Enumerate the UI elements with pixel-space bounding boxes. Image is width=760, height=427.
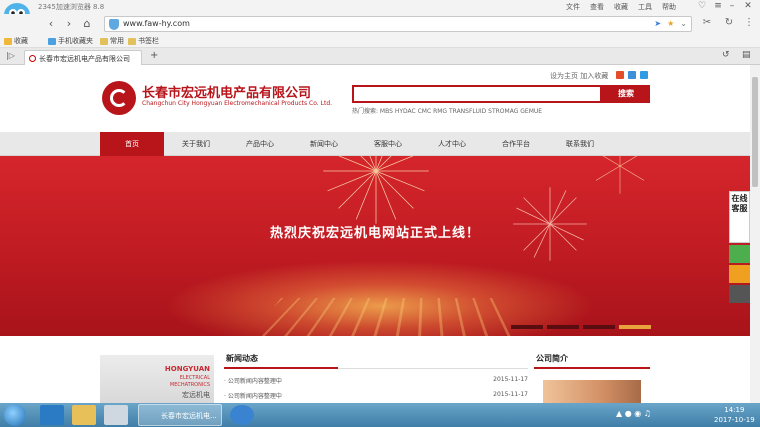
menu-home[interactable]: 首页 — [100, 132, 164, 156]
system-tray[interactable]: ▲ ● ◉ ♫ — [616, 409, 651, 418]
undo-icon[interactable]: ↺ — [722, 50, 730, 60]
share-icon[interactable] — [640, 71, 648, 79]
dropdown-icon[interactable]: ⌄ — [680, 19, 687, 28]
site-favicon-icon — [29, 55, 36, 62]
company-name: 长春市宏远机电产品有限公司 — [142, 86, 312, 101]
ie-icon[interactable] — [40, 405, 64, 425]
web-page: 长春市宏远机电产品有限公司 Changchun City Hongyuan El… — [0, 65, 750, 403]
favorite-star-icon[interactable]: ★ — [667, 19, 674, 28]
news-title-underline — [224, 367, 338, 369]
taskbar-active-window[interactable]: 长春市宏远机电... — [138, 404, 222, 426]
security-shield-icon — [109, 19, 119, 30]
menu-service[interactable]: 客服中心 — [356, 132, 420, 156]
cut-icon[interactable]: ✂ — [700, 16, 714, 30]
menu-partners[interactable]: 合作平台 — [484, 132, 548, 156]
menu-about[interactable]: 关于我们 — [164, 132, 228, 156]
page-scrollbar[interactable] — [750, 65, 760, 403]
service-icon[interactable] — [729, 285, 750, 303]
search-button[interactable]: 搜索 — [602, 85, 650, 103]
windows-taskbar: 长春市宏远机电... ▲ ● ◉ ♫ 14:19 2017-10-19 — [0, 403, 760, 427]
address-url[interactable]: www.faw-hy.com — [123, 19, 190, 28]
media-icon[interactable] — [104, 405, 128, 425]
folder-icon — [128, 37, 136, 45]
news-item[interactable]: · 公司新闻内容整理中 2015-11-17 — [224, 391, 528, 403]
phone-icon — [48, 37, 56, 45]
menu-talent[interactable]: 人才中心 — [420, 132, 484, 156]
tab-bar: |▷ 长春市宏远机电产品有限公司 + ↺ ▤ — [0, 48, 760, 65]
forward-icon[interactable]: › — [62, 17, 76, 31]
menu-help[interactable]: 帮助 — [662, 2, 676, 12]
sidebar-toggle-icon[interactable]: |▷ — [6, 51, 15, 60]
carousel-dot-active[interactable] — [619, 325, 651, 329]
carousel-dot[interactable] — [583, 325, 615, 329]
news-image[interactable]: HONGYUAN ELECTRICAL MECHATRONICS 宏远机电 — [100, 355, 214, 403]
menu-file[interactable]: 文件 — [566, 2, 580, 12]
back-icon[interactable]: ‹ — [44, 17, 58, 31]
about-image[interactable] — [543, 380, 641, 403]
close-icon[interactable]: ✕ — [740, 0, 756, 14]
menu-tools[interactable]: 工具 — [638, 2, 652, 12]
clock[interactable]: 14:19 2017-10-19 — [714, 405, 755, 425]
tab-list-icon[interactable]: ▤ — [742, 50, 751, 60]
refresh-icon[interactable]: ↻ — [722, 16, 736, 30]
new-tab-icon[interactable]: + — [150, 50, 158, 61]
star-icon — [4, 37, 12, 45]
browser-menu: 文件 查看 收藏 工具 帮助 — [566, 2, 676, 12]
bookmark-mobile[interactable]: 手机收藏夹 — [48, 36, 93, 46]
site-menu: 首页 关于我们 产品中心 新闻中心 客服中心 人才中心 合作平台 联系我们 — [0, 132, 750, 156]
more-icon[interactable]: ⋮ — [742, 16, 756, 30]
about-section-title: 公司简介 — [536, 354, 568, 363]
bookmark-bar-folder[interactable]: 书签栏 — [128, 36, 159, 46]
explorer-icon[interactable] — [72, 405, 96, 425]
start-button-icon[interactable] — [4, 404, 26, 426]
about-title-underline — [534, 367, 650, 369]
search-input[interactable] — [352, 85, 602, 103]
menu-view[interactable]: 查看 — [590, 2, 604, 12]
address-bar[interactable]: www.faw-hy.com ➤ ★ ⌄ — [104, 16, 692, 32]
bookmarks-bar: 收藏 手机收藏夹 常用 书签栏 — [0, 34, 760, 48]
back-to-top-icon[interactable] — [729, 265, 750, 283]
quick-links[interactable]: 设为主页 加入收藏 — [550, 71, 608, 81]
menu-news[interactable]: 新闻中心 — [292, 132, 356, 156]
firework-icon — [590, 156, 650, 196]
banner-headline: 热烈庆祝宏远机电网站正式上线！ — [269, 226, 480, 241]
home-icon[interactable]: ⌂ — [80, 17, 94, 31]
hot-search-words[interactable]: 热门搜索: MBS HYDAC CMC RMG TRANSFLUID STROM… — [352, 106, 542, 115]
rss-icon[interactable] — [616, 71, 624, 79]
app-k-icon[interactable] — [230, 405, 254, 425]
bookmark-favorites[interactable]: 收藏 — [4, 36, 28, 46]
folder-icon — [100, 37, 108, 45]
qq-icon[interactable] — [628, 71, 636, 79]
accelerate-icon[interactable]: ➤ — [654, 19, 661, 28]
bookmark-common[interactable]: 常用 — [100, 36, 124, 46]
online-service-button[interactable]: 在线客服 — [729, 191, 750, 243]
chat-icon[interactable] — [729, 245, 750, 263]
banner-floor — [250, 297, 530, 336]
menu-contact[interactable]: 联系我们 — [548, 132, 612, 156]
skin-icon[interactable]: ♡ — [694, 0, 710, 14]
carousel-dot[interactable] — [547, 325, 579, 329]
app-title: 2345加速浏览器 8.8 — [38, 3, 105, 11]
navigation-bar: ‹ › ⌂ www.faw-hy.com ➤ ★ ⌄ ✂ ↻ ⋮ — [0, 14, 760, 34]
scrollbar-thumb[interactable] — [752, 77, 758, 187]
menu-favorites[interactable]: 收藏 — [614, 2, 628, 12]
hero-banner[interactable]: 热烈庆祝宏远机电网站正式上线！ — [0, 156, 750, 336]
company-name-en: Changchun City Hongyuan Electromechanica… — [142, 100, 333, 107]
carousel-dot[interactable] — [511, 325, 543, 329]
news-section-title: 新闻动态 — [226, 354, 258, 363]
minimize-icon[interactable]: – — [724, 0, 740, 14]
company-logo-icon — [102, 81, 136, 115]
tab-active[interactable]: 长春市宏远机电产品有限公司 — [24, 50, 142, 65]
carousel-indicators — [511, 325, 651, 329]
firework-icon — [316, 156, 436, 226]
title-bar: 2345加速浏览器 8.8 文件 查看 收藏 工具 帮助 ♡ ≡ – ✕ — [0, 0, 760, 14]
menu-products[interactable]: 产品中心 — [228, 132, 292, 156]
news-item[interactable]: · 公司新闻内容整理中 2015-11-17 — [224, 376, 528, 388]
